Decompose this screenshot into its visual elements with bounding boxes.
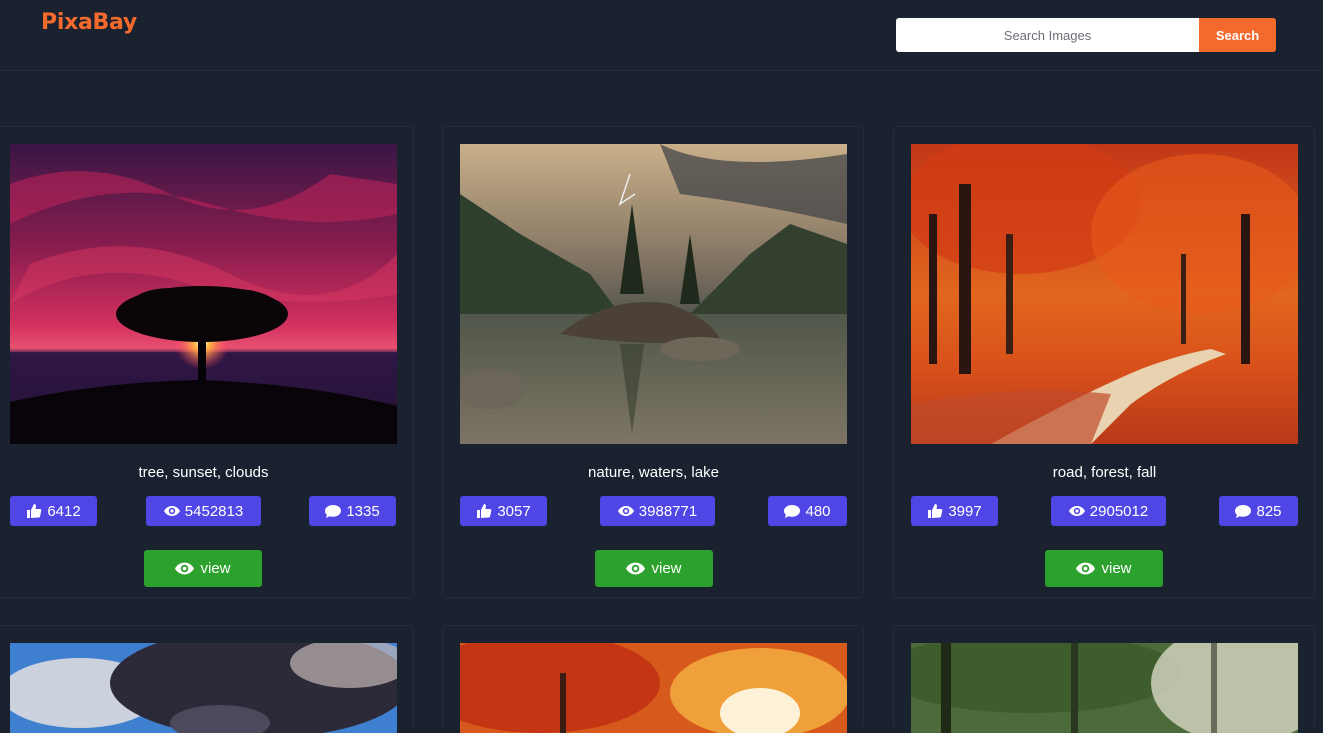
search-button[interactable]: Search [1199,18,1276,52]
search-form: Search [896,18,1276,52]
eye-icon [626,562,646,575]
view-button-label: view [1101,560,1132,577]
view-button-label: view [651,560,682,577]
image-thumbnail-tree-sunset[interactable] [10,144,397,444]
image-card [0,625,414,733]
likes-count: 6412 [47,502,81,520]
views-badge[interactable]: 2905012 [1051,496,1166,526]
image-card: tree, sunset, clouds 6412 5452813 1335 v… [0,126,414,598]
thumbs-up-icon [27,504,42,518]
image-card: road, forest, fall 3997 2905012 825 view [893,126,1315,598]
thumbs-up-icon [928,504,943,518]
likes-badge[interactable]: 6412 [10,496,97,526]
eye-icon [163,506,180,516]
image-card [442,625,864,733]
view-button[interactable]: view [144,550,262,587]
image-thumbnail-storm-clouds[interactable] [10,643,397,733]
views-badge[interactable]: 3988771 [600,496,715,526]
image-thumbnail-green-forest[interactable] [911,643,1298,733]
views-count: 2905012 [1089,502,1149,520]
comment-icon [1235,505,1252,518]
eye-icon [175,562,195,575]
comments-count: 825 [1256,502,1282,520]
view-button[interactable]: view [595,550,713,587]
image-tags: road, forest, fall [1052,464,1157,481]
eye-icon [1068,506,1085,516]
comments-count: 1335 [346,502,380,520]
view-button[interactable]: view [1045,550,1163,587]
comments-badge[interactable]: 480 [768,496,847,526]
search-input[interactable] [896,18,1199,52]
image-card [893,625,1315,733]
thumbs-up-icon [477,504,492,518]
comment-icon [325,505,342,518]
views-count: 5452813 [184,502,244,520]
image-thumbnail-lake[interactable] [460,144,847,444]
likes-count: 3057 [497,502,531,520]
navbar: PixaBay Search [0,0,1323,71]
image-thumbnail-autumn-road[interactable] [911,144,1298,444]
image-tags: tree, sunset, clouds [138,464,269,481]
eye-icon [1076,562,1096,575]
eye-icon [617,506,634,516]
comment-icon [784,505,801,518]
views-badge[interactable]: 5452813 [146,496,261,526]
image-tags: nature, waters, lake [588,464,719,481]
likes-badge[interactable]: 3057 [460,496,547,526]
comments-count: 480 [805,502,831,520]
comments-badge[interactable]: 1335 [309,496,396,526]
view-button-label: view [200,560,231,577]
likes-count: 3997 [948,502,982,520]
image-thumbnail-autumn-trees[interactable] [460,643,847,733]
image-card: nature, waters, lake 3057 3988771 480 vi… [442,126,864,598]
comments-badge[interactable]: 825 [1219,496,1298,526]
brand-logo[interactable]: PixaBay [41,10,137,35]
likes-badge[interactable]: 3997 [911,496,998,526]
views-count: 3988771 [638,502,698,520]
